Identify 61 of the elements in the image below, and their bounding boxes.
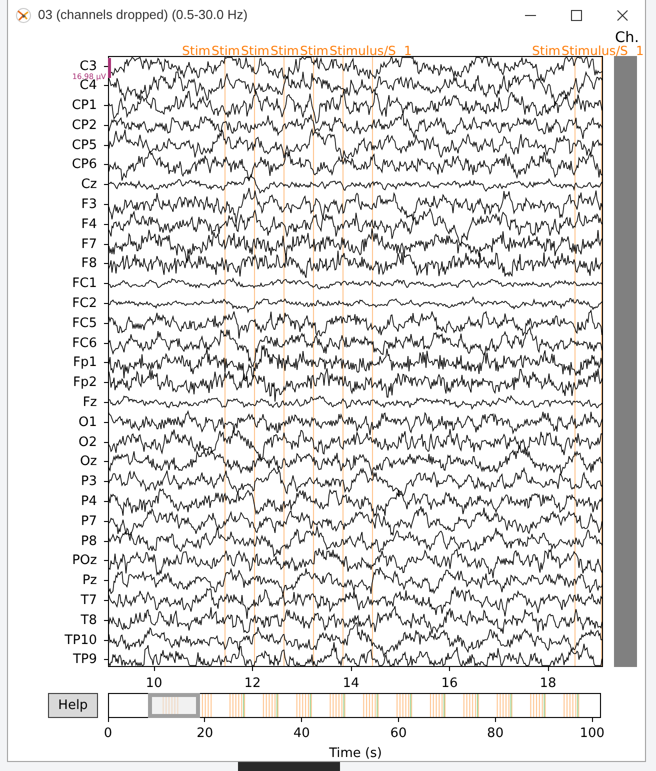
annotation-label: Stimulus/S 1: [562, 45, 644, 56]
channel-label: F3: [81, 198, 97, 212]
x-tick-label: 16: [441, 677, 458, 691]
annotation-label: Stim: [300, 45, 328, 56]
overview-tick-label: 0: [104, 727, 112, 741]
annotation-label: Stim: [241, 45, 270, 56]
annotation-label: Stim: [270, 45, 299, 56]
close-icon[interactable]: [617, 10, 628, 20]
channel-label: Fp2: [72, 376, 97, 390]
channel-label: F4: [81, 218, 97, 231]
overview-tick-label: 80: [487, 727, 504, 741]
channel-label: FC1: [72, 277, 97, 290]
scale-bar: [108, 58, 111, 78]
scrollbar-label: Ch.: [615, 31, 639, 45]
channel-label: P4: [80, 495, 97, 508]
channel-label: Cz: [81, 178, 97, 192]
channel-label: F7: [81, 238, 97, 251]
channel-label: P8: [80, 534, 97, 548]
channel-label: TP10: [64, 634, 97, 647]
channel-label: Fz: [82, 396, 97, 410]
channel-label: POz: [72, 554, 97, 568]
x-tick-label: 12: [244, 677, 261, 691]
annotation-label: Stim: [182, 45, 210, 56]
overview-tick-label: 60: [390, 727, 407, 741]
channel-scrollbar[interactable]: [614, 56, 637, 667]
channel-label: C4: [80, 79, 97, 92]
channel-label: FC5: [72, 316, 97, 330]
channel-label: Fp1: [72, 356, 97, 370]
x-tick-label: 10: [146, 677, 162, 691]
annotation-label: Stimulus/S 1: [330, 45, 412, 56]
channel-label: C3: [80, 60, 97, 72]
channel-label: P7: [80, 514, 97, 528]
overview-tick-label: 40: [293, 727, 310, 741]
help-button[interactable]: Help: [48, 693, 98, 718]
minimize-icon[interactable]: [525, 14, 536, 16]
channel-label: CP1: [72, 99, 97, 112]
annotation-label: Stim: [212, 45, 240, 56]
maximize-icon[interactable]: [571, 10, 582, 20]
app-icon: [16, 8, 31, 22]
annotation-label: Stim: [532, 45, 560, 56]
channel-label: F8: [81, 257, 97, 270]
overview-tick-label: 100: [580, 727, 605, 741]
channel-label: Oz: [80, 455, 97, 468]
channel-label: CP2: [72, 118, 97, 132]
view-range-handle[interactable]: [148, 693, 200, 718]
channel-label: T8: [80, 614, 97, 627]
x-tick-label: 18: [540, 677, 556, 691]
window-title: 03 (channels dropped) (0.5-30.0 Hz): [38, 7, 248, 23]
channel-label: Pz: [82, 574, 97, 588]
channel-label: CP6: [72, 158, 97, 172]
channel-label: CP5: [72, 138, 97, 152]
channel-label: T7: [80, 594, 97, 608]
channel-label: FC2: [72, 297, 97, 310]
x-axis-label: Time (s): [329, 746, 382, 761]
x-tick-label: 14: [342, 677, 360, 691]
channel-label: O1: [78, 416, 97, 429]
channel-label: O2: [78, 436, 97, 449]
channel-label: FC6: [72, 336, 97, 350]
channel-label: P3: [80, 475, 97, 488]
overview-tick-label: 20: [196, 727, 214, 741]
channel-label: TP9: [72, 653, 97, 666]
